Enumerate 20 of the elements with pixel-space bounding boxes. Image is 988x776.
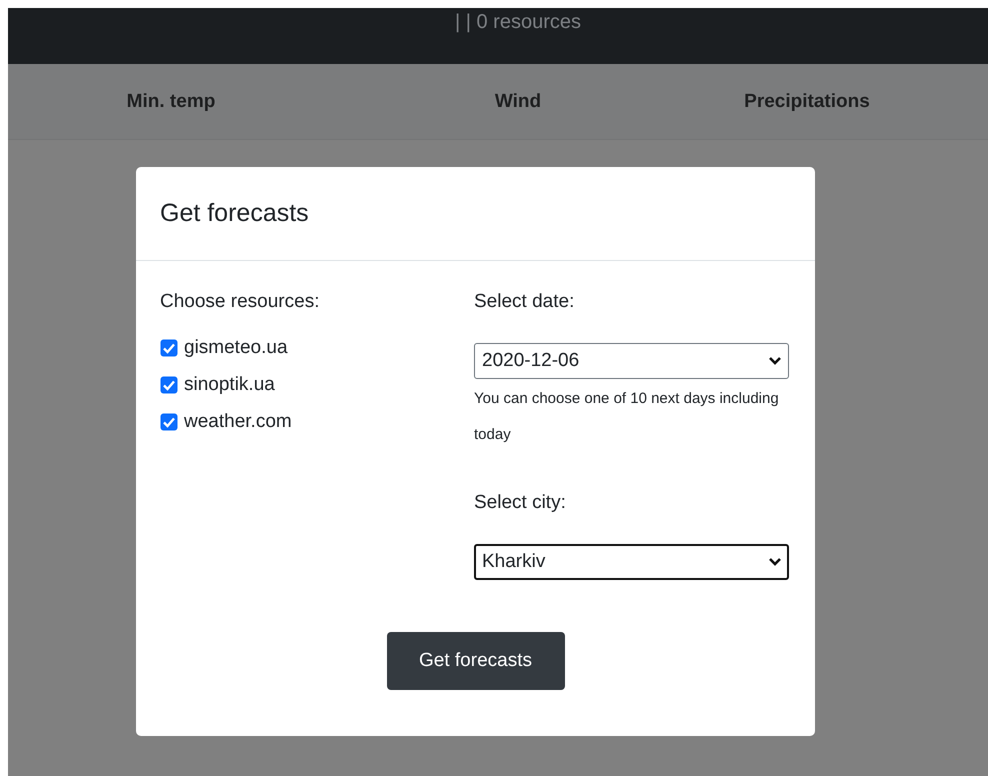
checkbox-label[interactable]: sinoptik.ua bbox=[184, 374, 275, 396]
checkbox-label[interactable]: weather.com bbox=[184, 411, 292, 433]
resource-count: | | 0 resources bbox=[455, 11, 581, 35]
city-label: Select city: bbox=[474, 492, 566, 514]
column-header: Min. temp bbox=[126, 90, 216, 112]
dialog-title: Get forecasts bbox=[160, 199, 309, 228]
checkbox[interactable] bbox=[160, 413, 178, 431]
checkbox[interactable] bbox=[160, 339, 178, 357]
chevron-down-icon bbox=[768, 356, 782, 366]
date-help-text: You can choose one of 10 next days including today bbox=[474, 389, 780, 445]
checkbox[interactable] bbox=[160, 376, 178, 394]
date-label: Select date: bbox=[474, 291, 574, 313]
column-header: Wind bbox=[494, 90, 542, 112]
city-select[interactable]: Kharkiv bbox=[474, 544, 789, 580]
checkbox-label[interactable]: gismeteo.ua bbox=[184, 337, 288, 359]
column-header: Precipitations bbox=[744, 90, 870, 112]
chevron-down-icon bbox=[768, 557, 782, 567]
get-forecasts-button[interactable]: Get forecasts bbox=[386, 632, 564, 690]
resources-label: Choose resources: bbox=[160, 291, 320, 313]
date-select[interactable]: 2020-12-06 bbox=[474, 343, 789, 379]
